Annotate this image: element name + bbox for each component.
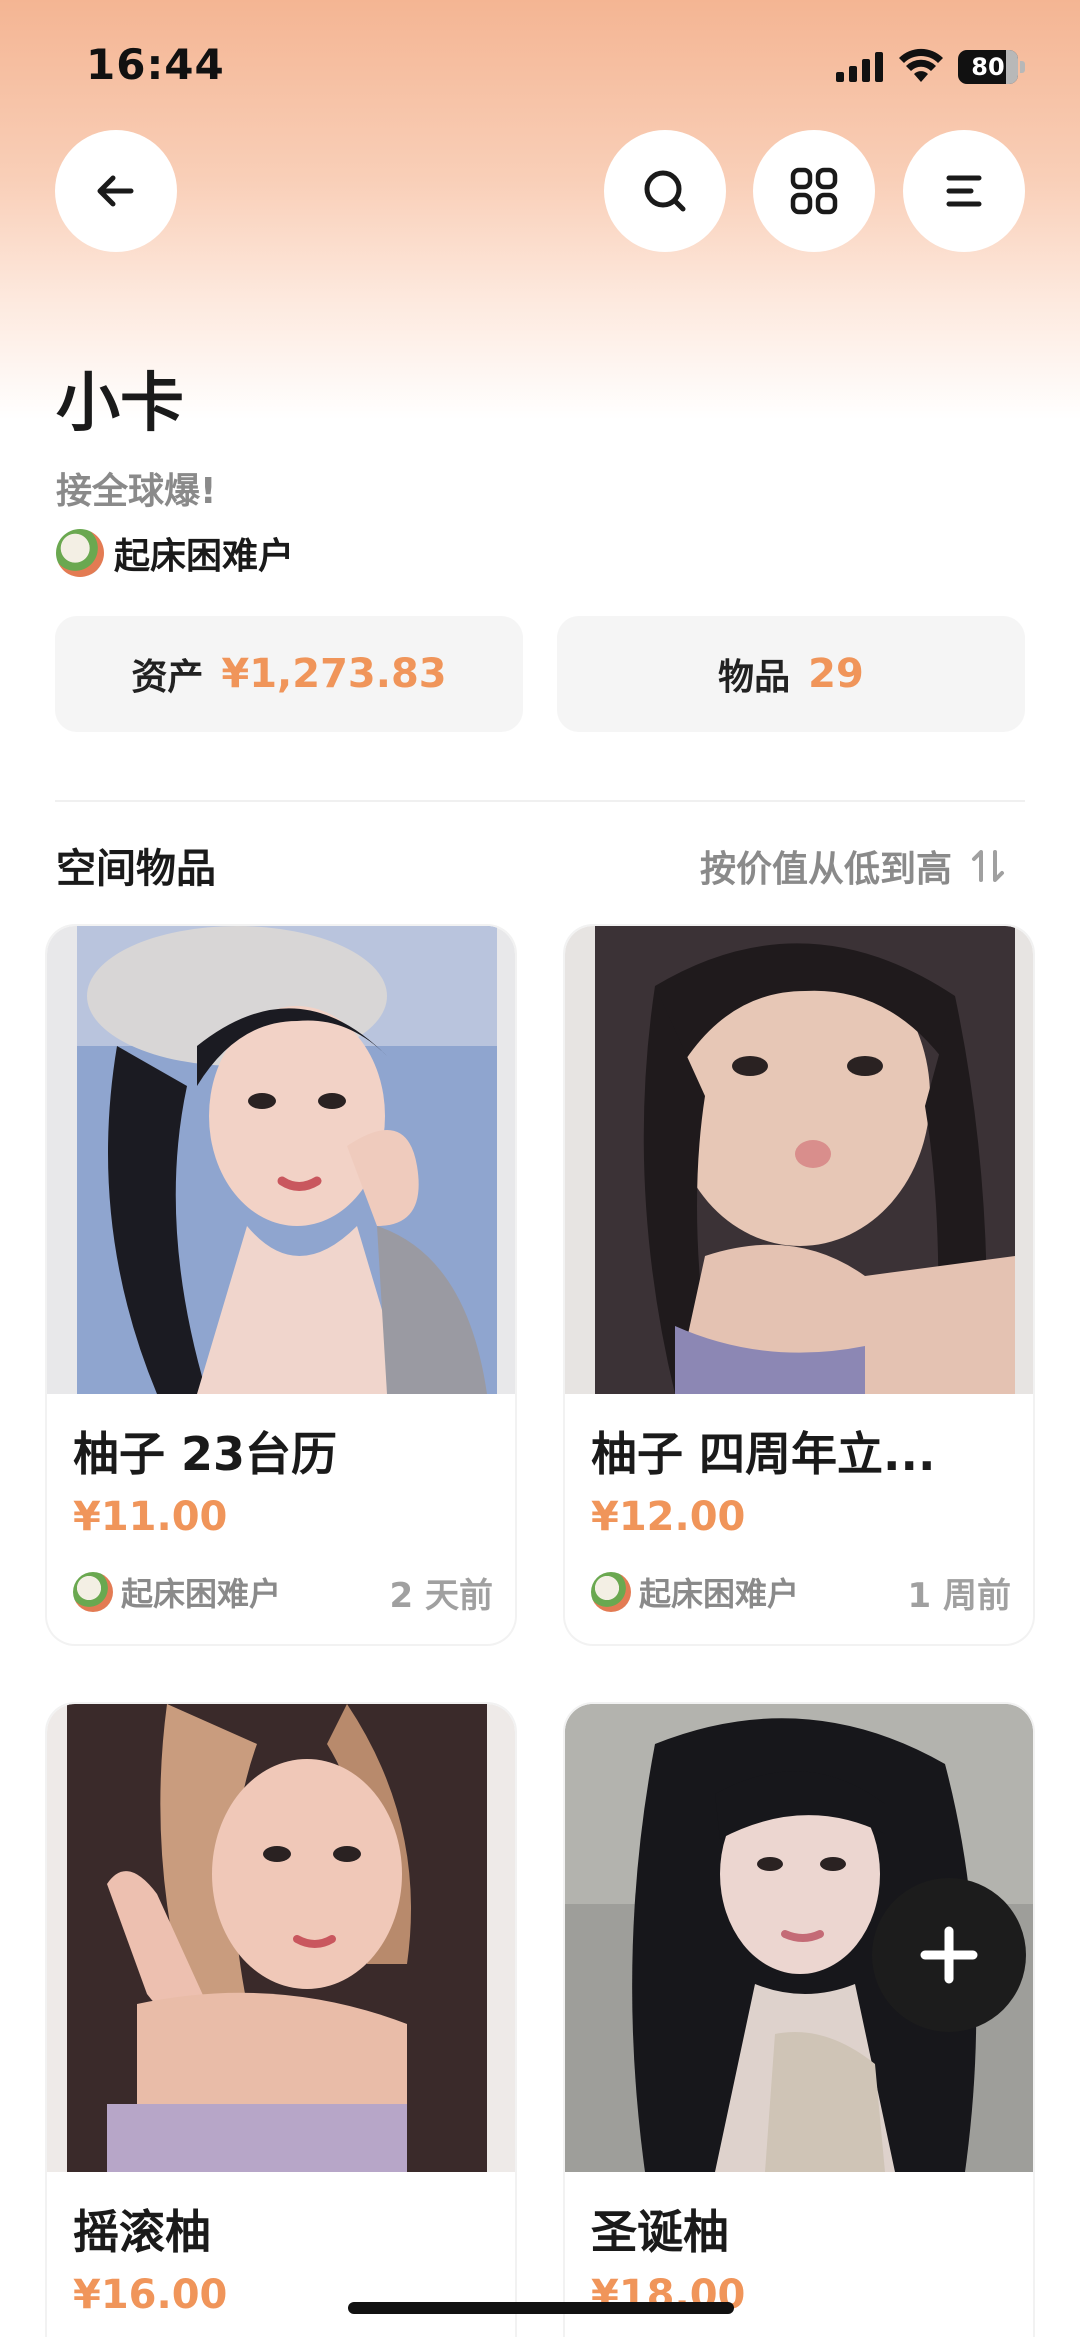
item-card[interactable]: 柚子 四周年立... ¥12.00 起床困难户 1 周前 (565, 926, 1033, 1644)
item-meta: 起床困难户 2 天前 (73, 1570, 494, 1616)
sort-control[interactable]: 按价值从低到高 (700, 840, 1008, 892)
status-time: 16:44 (86, 40, 225, 89)
items-value: 29 (808, 651, 864, 697)
item-price: ¥16.00 (73, 2272, 228, 2318)
sort-label: 按价值从低到高 (699, 849, 952, 890)
photocard-image (565, 926, 1033, 1394)
wifi-icon (899, 48, 943, 82)
assets-label: 资产 (131, 657, 204, 698)
owner-name: 起床困难户 (114, 536, 295, 577)
home-indicator[interactable] (348, 2302, 734, 2314)
add-item-button[interactable] (872, 1878, 1026, 2032)
app-screen: 16:44 80 小卡 接全球爆! 起床困难户 资产 ¥1,273.83 物品 … (0, 0, 1080, 2337)
item-name: 摇滚柚 (73, 2205, 211, 2259)
owner-profile-link[interactable]: 起床困难户 (56, 528, 294, 578)
avatar (56, 529, 104, 577)
item-meta: 起床困难户 1 周前 (591, 1570, 1012, 1616)
search-icon (644, 170, 686, 212)
sort-arrows-icon (972, 850, 1004, 882)
divider (55, 800, 1025, 802)
section-title: 空间物品 (56, 846, 216, 892)
item-owner: 起床困难户 (639, 1575, 800, 1613)
grid-view-button[interactable] (753, 130, 875, 252)
item-owner: 起床困难户 (121, 1575, 282, 1613)
item-photo (565, 926, 1033, 1394)
item-photo (47, 926, 515, 1394)
assets-value: ¥1,273.83 (221, 651, 447, 697)
battery-level: 80 (971, 53, 1005, 81)
battery-indicator: 80 (958, 50, 1026, 84)
signal-icon (836, 52, 883, 82)
items-stat[interactable]: 物品 29 (557, 616, 1025, 732)
photocard-image (47, 1704, 515, 2172)
item-photo (47, 1704, 515, 2172)
items-label: 物品 (718, 657, 791, 698)
item-card[interactable]: 柚子 23台历 ¥11.00 起床困难户 2 天前 (47, 926, 515, 1644)
page-title: 小卡 (56, 367, 184, 441)
item-time: 2 天前 (389, 1575, 494, 1616)
item-price: ¥11.00 (73, 1494, 228, 1540)
item-name: 柚子 23台历 (73, 1427, 338, 1481)
item-time: 1 周前 (907, 1575, 1012, 1616)
item-card[interactable]: 摇滚柚 ¥16.00 (47, 1704, 515, 2337)
menu-button[interactable] (903, 130, 1025, 252)
battery-icon: 80 (958, 50, 1018, 84)
photocard-image (47, 926, 515, 1394)
menu-lines-icon (946, 175, 982, 207)
arrow-left-icon (97, 175, 134, 207)
item-name: 柚子 四周年立... (591, 1427, 936, 1481)
avatar (73, 1572, 113, 1612)
item-name: 圣诞柚 (591, 2205, 729, 2259)
grid-icon (790, 167, 838, 215)
plus-icon (920, 1926, 978, 1984)
status-bar: 16:44 80 (0, 0, 1080, 130)
item-price: ¥12.00 (591, 1494, 746, 1540)
avatar (591, 1572, 631, 1612)
back-button[interactable] (55, 130, 177, 252)
search-button[interactable] (604, 130, 726, 252)
assets-stat[interactable]: 资产 ¥1,273.83 (55, 616, 523, 732)
page-subtitle: 接全球爆! (56, 471, 217, 512)
battery-tip (1020, 61, 1025, 73)
